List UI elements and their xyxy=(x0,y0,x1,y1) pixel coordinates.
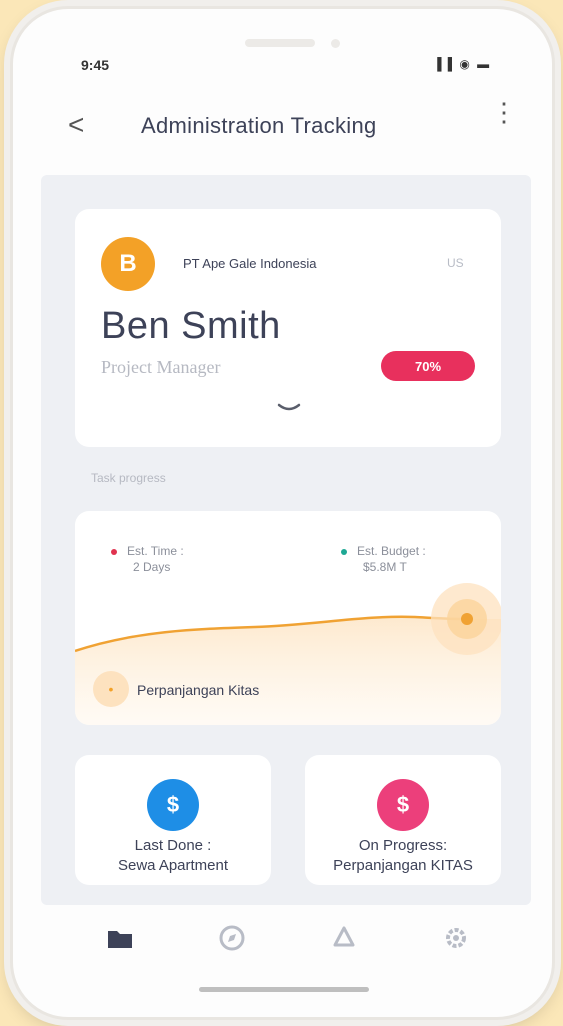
est-budget-label: Est. Budget : xyxy=(357,544,426,558)
on-progress-card[interactable]: $ On Progress: Perpanjangan KITAS xyxy=(305,755,501,885)
status-time: 9:45 xyxy=(81,57,110,73)
more-icon[interactable]: ⋮ xyxy=(491,99,517,125)
est-budget-value: $5.8M T xyxy=(363,560,407,574)
person-role: Project Manager xyxy=(101,357,221,377)
dollar-icon: $ xyxy=(377,779,429,831)
company-logo: B xyxy=(101,237,155,291)
est-time-label: Est. Time : xyxy=(127,544,184,558)
section-label: Task progress xyxy=(91,471,166,485)
compass-icon[interactable] xyxy=(217,923,247,953)
on-progress-task: Perpanjangan KITAS xyxy=(333,857,473,874)
on-progress-title: On Progress: xyxy=(358,837,448,854)
task-chip-icon: • xyxy=(93,671,129,707)
est-time-value: 2 Days xyxy=(133,560,171,574)
last-done-task: Sewa Apartment xyxy=(117,857,229,874)
camera-dot xyxy=(331,39,340,48)
legend-est-budget: Est. Budget : $5.8M T xyxy=(341,543,426,575)
phone-frame: 9:45 ▐▐ ◉ ▬ < Administration Tracking ⋮ … xyxy=(10,6,555,1020)
progress-marker xyxy=(461,613,473,625)
progress-badge: 70% xyxy=(381,351,475,381)
legend-est-time: Est. Time : 2 Days xyxy=(111,543,184,575)
time-dot xyxy=(111,548,117,555)
task-label: Perpanjangan Kitas xyxy=(137,682,260,698)
page-title: Administration Tracking xyxy=(141,113,377,138)
chevron-down-icon[interactable] xyxy=(275,401,303,415)
bottom-nav xyxy=(41,905,531,975)
person-name: Ben Smith xyxy=(101,305,281,347)
last-done-card[interactable]: $ Last Done : Sewa Apartment xyxy=(75,755,271,885)
dollar-icon: $ xyxy=(147,779,199,831)
company-code: US xyxy=(447,256,464,270)
company-name: PT Ape Gale Indonesia xyxy=(183,256,317,271)
bell-icon[interactable] xyxy=(329,923,359,953)
profile-card[interactable]: B PT Ape Gale Indonesia US Ben Smith Pro… xyxy=(75,209,501,447)
last-done-title: Last Done : xyxy=(134,837,212,854)
folder-icon[interactable] xyxy=(105,923,135,953)
speaker-notch xyxy=(245,39,315,47)
settings-icon[interactable] xyxy=(441,923,471,953)
home-indicator xyxy=(199,987,369,992)
main-content: B PT Ape Gale Indonesia US Ben Smith Pro… xyxy=(41,175,531,905)
back-icon[interactable]: < xyxy=(68,109,84,141)
status-icons: ▐▐ ◉ ▬ xyxy=(433,57,492,71)
budget-dot xyxy=(341,548,347,555)
progress-chart-card: Est. Time : 2 Days Est. Budget : $5.8M T… xyxy=(75,511,501,725)
